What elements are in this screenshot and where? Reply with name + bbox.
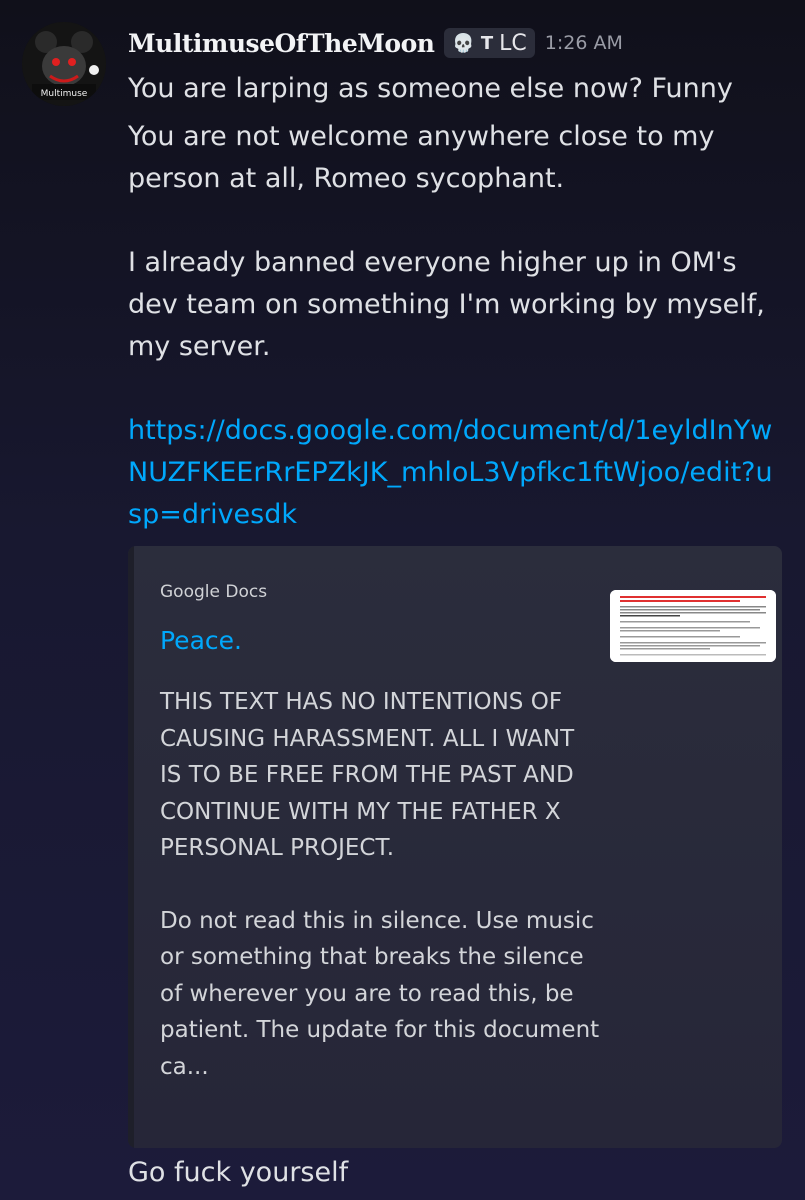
embed-provider[interactable]: Google Docs bbox=[160, 582, 267, 602]
embed-title[interactable]: Peace. bbox=[160, 626, 242, 655]
embed-thumbnail[interactable] bbox=[610, 590, 776, 662]
message-header: MultimuseOfTheMoon 💀 T ᒪC 1:26 AM bbox=[128, 28, 623, 58]
message-paragraph-1: You are not welcome anywhere close to my… bbox=[128, 121, 715, 194]
link-embed[interactable]: Google Docs Peace. THIS TEXT HAS NO INTE… bbox=[128, 546, 782, 1148]
avatar[interactable]: Multimuse bbox=[22, 22, 106, 106]
message-last-line: Go fuck yourself bbox=[128, 1157, 349, 1188]
server-tag[interactable]: 💀 T ᒪC bbox=[444, 28, 535, 58]
avatar-image: Multimuse bbox=[22, 22, 106, 106]
embed-description-1: THIS TEXT HAS NO INTENTIONS OF CAUSING H… bbox=[160, 689, 575, 861]
username[interactable]: MultimuseOfTheMoon bbox=[128, 29, 435, 58]
embed-description: THIS TEXT HAS NO INTENTIONS OF CAUSING H… bbox=[160, 684, 600, 1085]
document-link[interactable]: https://docs.google.com/document/d/1eyld… bbox=[128, 410, 778, 536]
embed-description-2: Do not read this in silence. Use music o… bbox=[160, 907, 600, 1080]
tag-text-2: ᒪC bbox=[499, 30, 527, 56]
skull-icon: 💀 bbox=[452, 32, 475, 54]
timestamp: 1:26 AM bbox=[544, 32, 623, 54]
embed-accent-bar bbox=[128, 546, 134, 1148]
message-paragraph-2: I already banned everyone higher up in O… bbox=[128, 247, 765, 362]
document-preview-image bbox=[610, 590, 776, 662]
avatar-label: Multimuse bbox=[41, 89, 88, 99]
tag-text-1: T bbox=[480, 32, 494, 54]
message-line-1: You are larping as someone else now? Fun… bbox=[128, 73, 733, 104]
